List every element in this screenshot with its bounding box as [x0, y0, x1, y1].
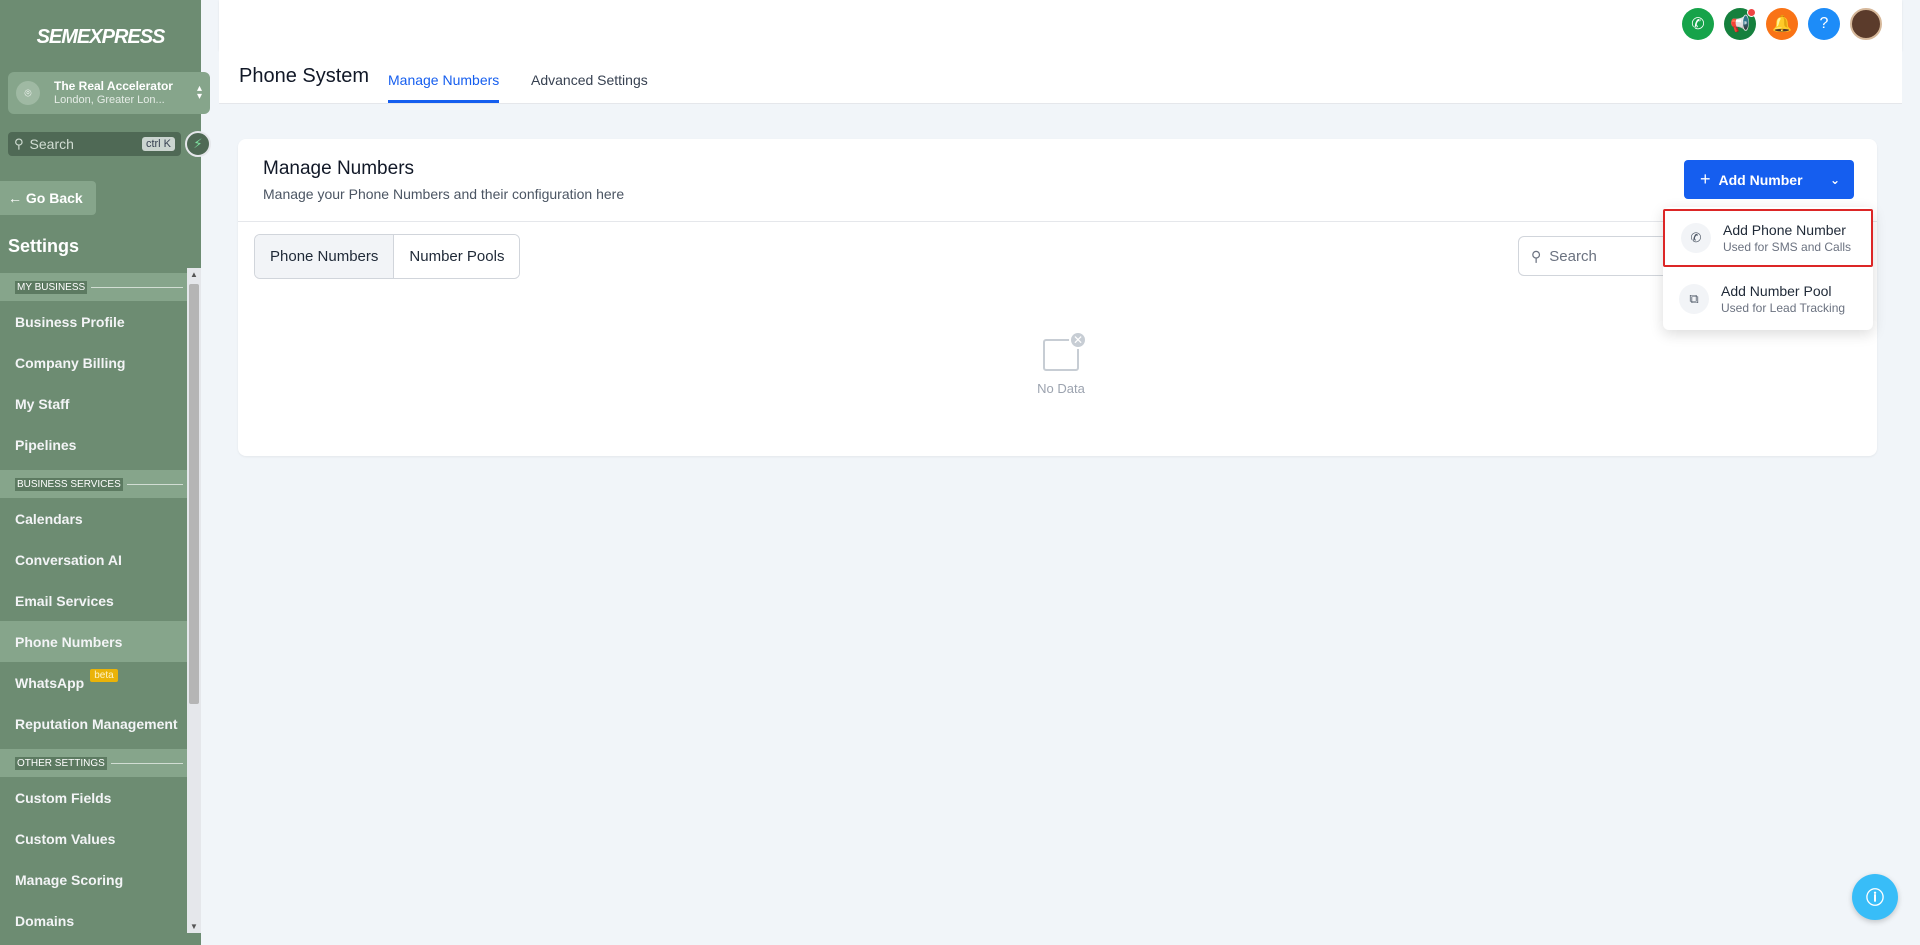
- location-icon: ⌾: [16, 81, 40, 105]
- card-title: Manage Numbers: [263, 158, 415, 179]
- number-type-toggle: Phone Numbers Number Pools: [254, 234, 521, 279]
- beta-badge: beta: [90, 669, 118, 682]
- menu-item-add-number-pool[interactable]: ⧉ Add Number Pool Used for Lead Tracking: [1663, 269, 1873, 329]
- card-divider: [238, 221, 1877, 222]
- numbers-search-placeholder: Search: [1549, 247, 1597, 265]
- sidebar-item-domains[interactable]: Domains: [0, 900, 201, 933]
- sidebar-search-input[interactable]: ⚲ Search ctrl K: [8, 132, 181, 156]
- menu-item-subtitle: Used for Lead Tracking: [1721, 301, 1846, 315]
- top-bar: ✆ 📢 🔔 ?: [219, 0, 1902, 50]
- empty-inbox-icon: ✕: [1043, 331, 1087, 371]
- nav-section-my-business: MY BUSINESS: [0, 273, 199, 301]
- sidebar-item-reputation-management[interactable]: Reputation Management: [0, 703, 201, 744]
- bell-icon[interactable]: 🔔: [1766, 8, 1798, 40]
- page-title: Phone System: [239, 65, 370, 87]
- quick-action-bolt-icon[interactable]: ⚡: [185, 131, 211, 157]
- go-back-button[interactable]: ← Go Back: [0, 181, 96, 215]
- add-number-label: Add Number: [1718, 171, 1803, 188]
- sidebar-item-whatsapp[interactable]: WhatsApp beta: [0, 662, 201, 703]
- sidebar-item-my-staff[interactable]: My Staff: [0, 383, 201, 424]
- sidebar-scrollbar[interactable]: ▲ ▼: [187, 268, 201, 933]
- add-number-button[interactable]: + Add Number ⌄: [1684, 160, 1854, 199]
- pool-icon: ⧉: [1679, 284, 1709, 314]
- tab-manage-numbers[interactable]: Manage Numbers: [388, 72, 500, 103]
- account-name: The Real Accelerator: [54, 79, 173, 93]
- scrollbar-thumb[interactable]: [189, 284, 199, 704]
- menu-item-title: Add Number Pool: [1721, 283, 1832, 299]
- plus-icon: +: [1700, 169, 1711, 189]
- sidebar-item-phone-numbers[interactable]: Phone Numbers: [0, 621, 199, 662]
- tab-advanced-settings[interactable]: Advanced Settings: [531, 72, 648, 100]
- sidebar-item-pipelines[interactable]: Pipelines: [0, 424, 201, 465]
- search-icon: ⚲: [14, 136, 24, 151]
- segment-phone-numbers[interactable]: Phone Numbers: [255, 235, 395, 278]
- phone-icon[interactable]: ✆: [1682, 8, 1714, 40]
- notification-dot: [1747, 8, 1756, 17]
- scroll-up-icon[interactable]: ▲: [190, 270, 198, 279]
- manage-numbers-card: Manage Numbers Manage your Phone Numbers…: [238, 139, 1877, 456]
- page-header: Phone System Manage Numbers Advanced Set…: [219, 50, 1902, 104]
- nav-section-business-services: BUSINESS SERVICES: [0, 470, 199, 498]
- empty-text: No Data: [1037, 381, 1085, 396]
- brand-logo[interactable]: SEMEXPRESS: [0, 14, 201, 60]
- arrow-left-icon: ←: [8, 190, 26, 206]
- sidebar-item-calendars[interactable]: Calendars: [0, 498, 201, 539]
- chevron-down-icon: ⌄: [1829, 172, 1840, 187]
- sidebar-item-conversation-ai[interactable]: Conversation AI: [0, 539, 201, 580]
- sidebar-search-placeholder: Search: [29, 136, 74, 152]
- account-switcher[interactable]: ⌾ The Real Accelerator London, Greater L…: [8, 72, 210, 114]
- whatsapp-label: WhatsApp: [15, 674, 85, 691]
- avatar[interactable]: [1850, 8, 1882, 40]
- menu-item-add-phone-number[interactable]: ✆ Add Phone Number Used for SMS and Call…: [1663, 209, 1873, 267]
- card-subtitle: Manage your Phone Numbers and their conf…: [263, 186, 625, 202]
- nav-section-other-settings: OTHER SETTINGS: [0, 749, 199, 777]
- settings-nav: MY BUSINESS Business Profile Company Bil…: [0, 268, 201, 933]
- menu-item-title: Add Phone Number: [1723, 222, 1846, 238]
- sidebar: SEMEXPRESS ⌾ The Real Accelerator London…: [0, 0, 211, 945]
- sidebar-item-email-services[interactable]: Email Services: [0, 580, 201, 621]
- phone-plus-icon: ✆: [1681, 223, 1711, 253]
- sidebar-item-custom-fields[interactable]: Custom Fields: [0, 777, 201, 818]
- scroll-down-icon[interactable]: ▼: [190, 922, 198, 931]
- empty-state: ✕ No Data: [1021, 331, 1101, 396]
- sidebar-item-company-billing[interactable]: Company Billing: [0, 342, 201, 383]
- numbers-search-input[interactable]: ⚲ Search: [1518, 236, 1678, 276]
- shortcut-hint: ctrl K: [141, 137, 175, 151]
- help-chat-icon[interactable]: ⓘ: [1852, 874, 1898, 920]
- menu-item-subtitle: Used for SMS and Calls: [1723, 240, 1852, 254]
- settings-title: Settings: [8, 236, 80, 256]
- sidebar-item-business-profile[interactable]: Business Profile: [0, 301, 201, 342]
- chevron-updown-icon: ▴ ▾: [196, 83, 202, 102]
- segment-number-pools[interactable]: Number Pools: [394, 235, 520, 278]
- account-location: London, Greater Lon...: [54, 94, 165, 106]
- sidebar-item-custom-values[interactable]: Custom Values: [0, 818, 201, 859]
- go-back-label: Go Back: [25, 190, 83, 206]
- add-number-dropdown: ✆ Add Phone Number Used for SMS and Call…: [1663, 207, 1873, 330]
- help-icon[interactable]: ?: [1808, 8, 1840, 40]
- megaphone-icon[interactable]: 📢: [1724, 8, 1756, 40]
- sidebar-item-manage-scoring[interactable]: Manage Scoring: [0, 859, 201, 900]
- search-icon: ⚲: [1531, 247, 1542, 264]
